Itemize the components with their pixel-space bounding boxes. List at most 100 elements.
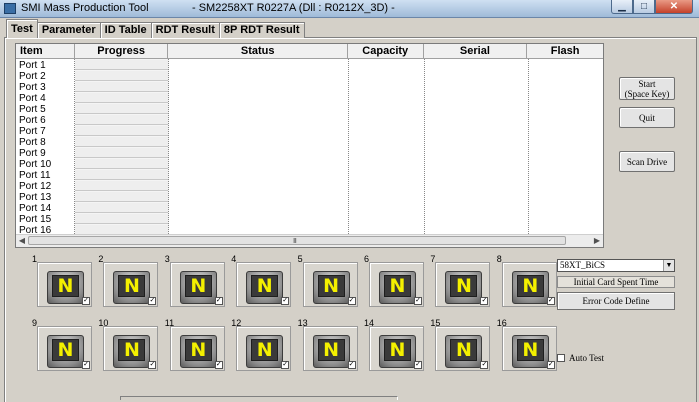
scroll-right-icon[interactable]: ▶ xyxy=(592,236,602,246)
drive-slot-13[interactable]: 13 N ✓ xyxy=(296,318,358,372)
tab-rdt-result[interactable]: RDT Result xyxy=(150,22,220,38)
close-button[interactable]: ✕ xyxy=(655,0,693,14)
drive-checkbox[interactable]: ✓ xyxy=(347,361,356,369)
drive-status-glyph: N xyxy=(251,339,279,361)
drive-status-glyph: N xyxy=(317,275,345,297)
drive-frame: N ✓ xyxy=(236,262,292,307)
progress-bar xyxy=(75,214,168,224)
drive-checkbox[interactable]: ✓ xyxy=(347,297,356,305)
drive-frame: N ✓ xyxy=(302,262,358,307)
drive-icon: N xyxy=(511,271,549,304)
app-icon xyxy=(4,3,16,14)
drive-slot-10[interactable]: 10 N ✓ xyxy=(96,318,159,372)
drive-status-glyph: N xyxy=(251,275,279,297)
tab-parameter[interactable]: Parameter xyxy=(36,22,101,38)
drive-icon: N xyxy=(445,335,483,368)
drive-status-glyph: N xyxy=(384,339,411,361)
drive-slot-14[interactable]: 14 N ✓ xyxy=(362,318,424,372)
port-label: Port 5 xyxy=(19,104,46,115)
column-header-item[interactable]: Item xyxy=(16,44,75,58)
table-row[interactable]: Port 12 xyxy=(16,181,603,192)
table-row[interactable]: Port 8 xyxy=(16,137,603,148)
horizontal-scrollbar[interactable]: ◀ III ▶ xyxy=(16,234,603,247)
drive-icon: N xyxy=(113,335,151,368)
table-row[interactable]: Port 11 xyxy=(16,170,603,181)
quit-button[interactable]: Quit xyxy=(619,107,675,128)
drive-slot-9[interactable]: 9 N ✓ xyxy=(30,318,92,372)
table-row[interactable]: Port 1 xyxy=(16,60,603,71)
column-header-progress[interactable]: Progress xyxy=(75,44,169,58)
flash-type-select[interactable]: 58XT_BiCS ▼ xyxy=(557,259,675,272)
drive-checkbox[interactable]: ✓ xyxy=(82,297,90,305)
column-header-capacity[interactable]: Capacity xyxy=(348,44,424,58)
chevron-down-icon[interactable]: ▼ xyxy=(663,260,674,271)
drive-slot-4[interactable]: 4 N ✓ xyxy=(229,254,292,308)
drive-slot-16[interactable]: 16 N ✓ xyxy=(495,318,557,372)
port-label: Port 11 xyxy=(19,170,51,181)
progress-bar xyxy=(75,104,168,114)
drive-frame: N ✓ xyxy=(37,262,92,307)
drive-checkbox[interactable]: ✓ xyxy=(281,361,290,369)
maximize-button[interactable]: □ xyxy=(633,0,655,14)
table-row[interactable]: Port 4 xyxy=(16,93,603,104)
scrollbar-thumb[interactable]: III xyxy=(28,236,566,245)
auto-test-option[interactable]: Auto Test xyxy=(557,353,604,363)
drive-slot-12[interactable]: 12 N ✓ xyxy=(229,318,292,372)
drive-slot-6[interactable]: 6 N ✓ xyxy=(362,254,424,308)
drive-checkbox[interactable]: ✓ xyxy=(281,297,290,305)
drive-slot-2[interactable]: 2 N ✓ xyxy=(96,254,159,308)
drive-slot-15[interactable]: 15 N ✓ xyxy=(428,318,491,372)
drive-slot-3[interactable]: 3 N ✓ xyxy=(163,254,225,308)
tab-test[interactable]: Test xyxy=(6,19,38,38)
table-row[interactable]: Port 3 xyxy=(16,82,603,93)
drive-checkbox[interactable]: ✓ xyxy=(546,297,555,305)
table-row[interactable]: Port 13 xyxy=(16,192,603,203)
port-list[interactable]: Item Progress Status Capacity Serial Fla… xyxy=(15,43,604,248)
drive-checkbox[interactable]: ✓ xyxy=(148,361,157,369)
drive-frame: N ✓ xyxy=(169,326,225,371)
error-code-define-button[interactable]: Error Code Define xyxy=(557,292,675,310)
drive-status-glyph: N xyxy=(516,339,544,361)
drive-checkbox[interactable]: ✓ xyxy=(414,297,422,305)
table-row[interactable]: Port 7 xyxy=(16,126,603,137)
drive-slot-11[interactable]: 11 N ✓ xyxy=(163,318,225,372)
drive-checkbox[interactable]: ✓ xyxy=(214,297,223,305)
drive-slot-1[interactable]: 1 N ✓ xyxy=(30,254,92,308)
table-row[interactable]: Port 10 xyxy=(16,159,603,170)
drive-slot-8[interactable]: 8 N ✓ xyxy=(495,254,557,308)
tab-8p-rdt-result[interactable]: 8P RDT Result xyxy=(218,22,305,38)
drive-checkbox[interactable]: ✓ xyxy=(480,297,489,305)
drive-checkbox[interactable]: ✓ xyxy=(148,297,157,305)
minimize-button[interactable]: ▁ xyxy=(611,0,633,14)
drive-checkbox[interactable]: ✓ xyxy=(82,361,90,369)
table-row[interactable]: Port 2 xyxy=(16,71,603,82)
column-header-status[interactable]: Status xyxy=(168,44,348,58)
drive-checkbox[interactable]: ✓ xyxy=(480,361,489,369)
progress-bar xyxy=(75,170,168,180)
drive-checkbox[interactable]: ✓ xyxy=(414,361,422,369)
drive-icon: N xyxy=(246,271,284,304)
table-row[interactable]: Port 6 xyxy=(16,115,603,126)
port-label: Port 10 xyxy=(19,159,52,170)
table-row[interactable]: Port 9 xyxy=(16,148,603,159)
drive-slot-7[interactable]: 7 N ✓ xyxy=(428,254,491,308)
table-row[interactable]: Port 5 xyxy=(16,104,603,115)
drive-icon: N xyxy=(246,335,284,368)
maximize-icon: □ xyxy=(640,0,648,12)
tab-id-table[interactable]: ID Table xyxy=(99,22,152,38)
column-header-serial[interactable]: Serial xyxy=(424,44,528,58)
table-row[interactable]: Port 14 xyxy=(16,203,603,214)
drive-checkbox[interactable]: ✓ xyxy=(546,361,555,369)
minimize-icon: ▁ xyxy=(618,0,626,12)
port-label: Port 4 xyxy=(19,93,46,104)
table-row[interactable]: Port 15 xyxy=(16,214,603,225)
start-button[interactable]: Start (Space Key) xyxy=(619,77,675,100)
scroll-left-icon[interactable]: ◀ xyxy=(17,236,27,246)
drive-icon: N xyxy=(379,335,416,368)
auto-test-checkbox[interactable] xyxy=(557,354,565,362)
drive-checkbox[interactable]: ✓ xyxy=(214,361,223,369)
scan-drive-button[interactable]: Scan Drive xyxy=(619,151,675,172)
column-header-flash[interactable]: Flash xyxy=(527,44,603,58)
drive-slot-5[interactable]: 5 N ✓ xyxy=(296,254,358,308)
port-label: Port 6 xyxy=(19,115,46,126)
